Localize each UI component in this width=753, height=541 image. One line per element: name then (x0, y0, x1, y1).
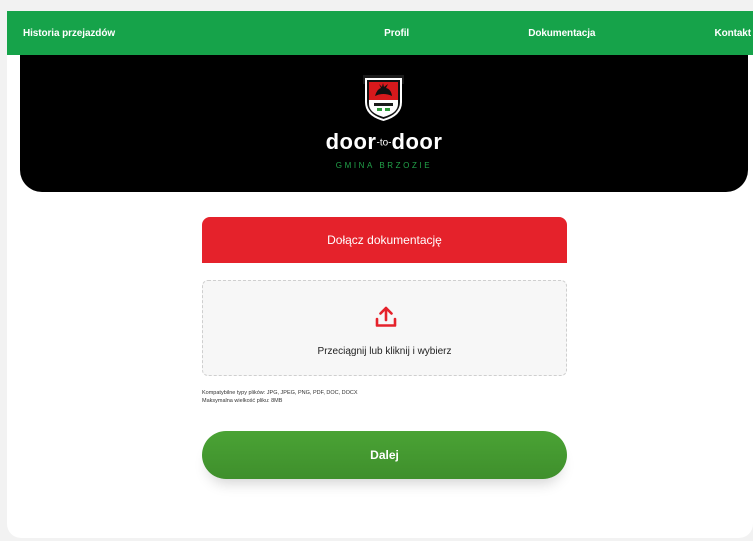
coat-of-arms-icon (363, 75, 404, 121)
nav-item-documentation[interactable]: Dokumentacja (528, 28, 595, 39)
next-button[interactable]: Dalej (202, 431, 567, 479)
upload-icon (375, 306, 397, 327)
upload-section-title: Dołącz dokumentację (202, 217, 567, 263)
file-dropzone[interactable]: Przeciągnij lub kliknij i wybierz (202, 280, 567, 376)
brand-word-mid: -to- (376, 137, 392, 149)
top-nav: Historia przejazdów Profil Dokumentacja … (7, 11, 753, 55)
max-size-hint: Maksymalna wielkość pliku: 8MB (202, 398, 283, 404)
brand-subtitle: GMINA BRZOZIE (335, 161, 433, 170)
nav-item-profile[interactable]: Profil (384, 28, 409, 39)
nav-item-history[interactable]: Historia przejazdów (23, 28, 115, 39)
brand-logo: door-to-door (20, 129, 748, 155)
page: Historia przejazdów Profil Dokumentacja … (0, 0, 753, 541)
file-types-hint: Kompatybilne typy plików: JPG, JPEG, PNG… (202, 390, 358, 396)
hero-banner: door-to-door GMINA BRZOZIE (20, 55, 748, 192)
brand-word-left: door (325, 129, 377, 154)
brand-word-right: door (391, 129, 443, 154)
dropzone-label: Przeciągnij lub kliknij i wybierz (317, 346, 452, 357)
upload-hints: Kompatybilne typy plików: JPG, JPEG, PNG… (202, 389, 567, 405)
nav-item-contact[interactable]: Kontakt (714, 28, 751, 39)
